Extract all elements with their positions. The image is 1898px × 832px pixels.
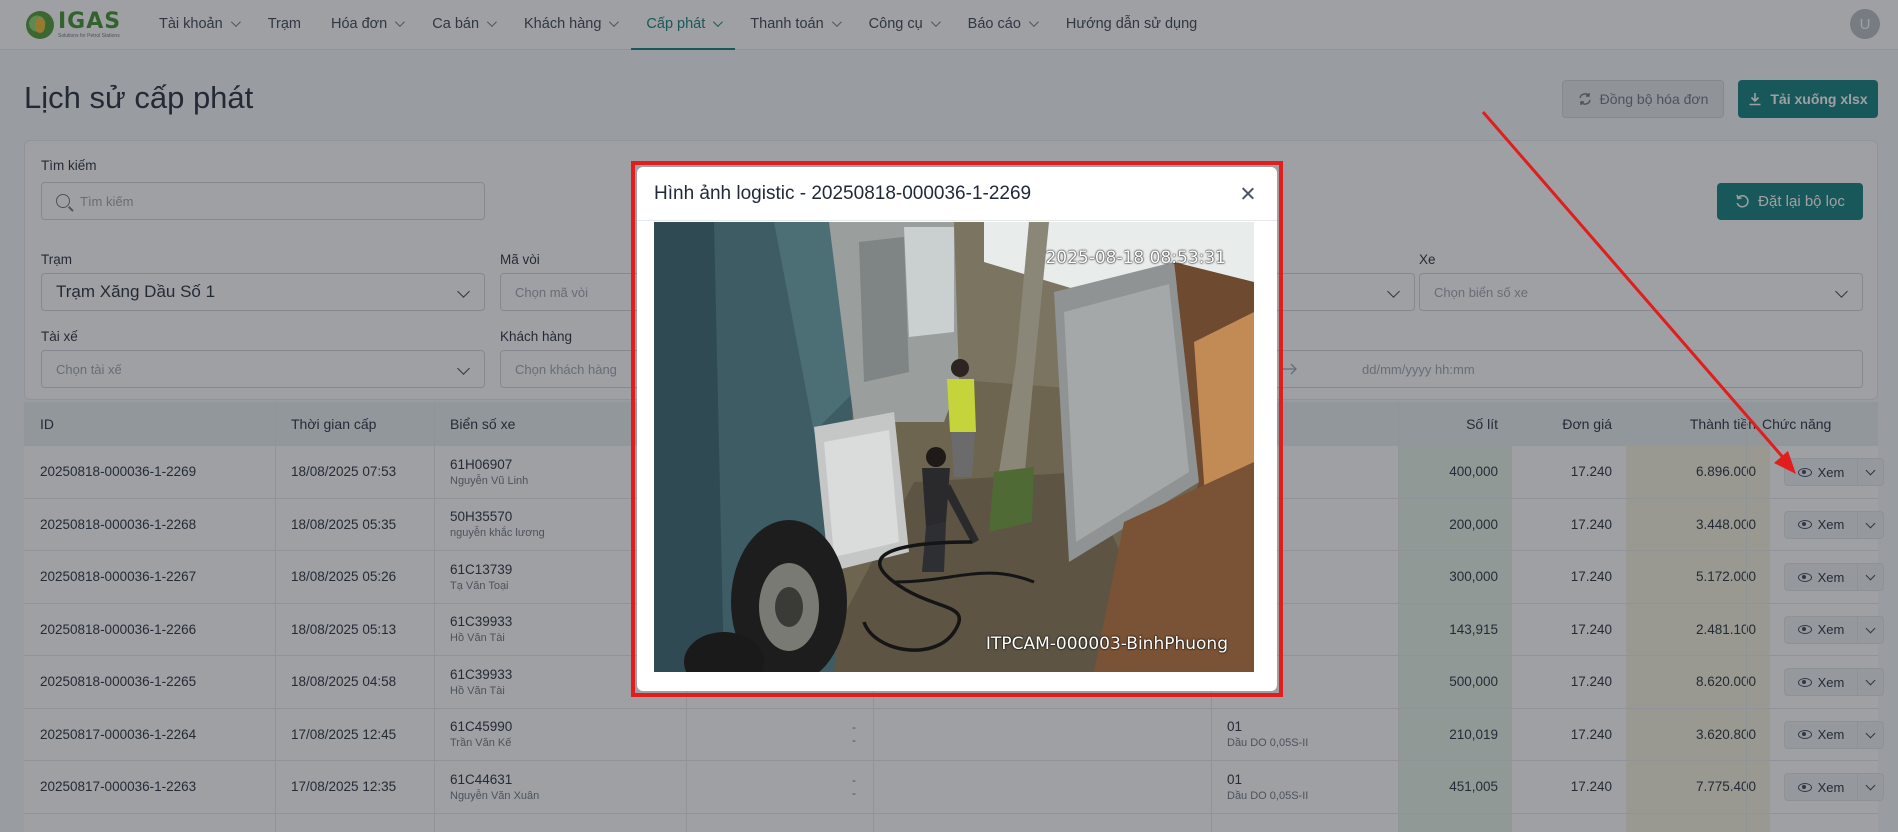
modal-title: Hình ảnh logistic - 20250818-000036-1-22… (654, 183, 1032, 204)
camera-name: ITPCAM-000003-BinhPhuong (985, 634, 1228, 654)
camera-scene-image (654, 222, 1254, 672)
close-icon[interactable] (1238, 184, 1258, 204)
logistics-image-modal: Hình ảnh logistic - 20250818-000036-1-22… (637, 167, 1277, 691)
logistics-camera-photo: 2025-08-18 08:53:31 ITPCAM-000003-BinhPh… (654, 222, 1254, 672)
camera-timestamp: 2025-08-18 08:53:31 (1045, 248, 1226, 268)
modal-divider (637, 220, 1277, 221)
